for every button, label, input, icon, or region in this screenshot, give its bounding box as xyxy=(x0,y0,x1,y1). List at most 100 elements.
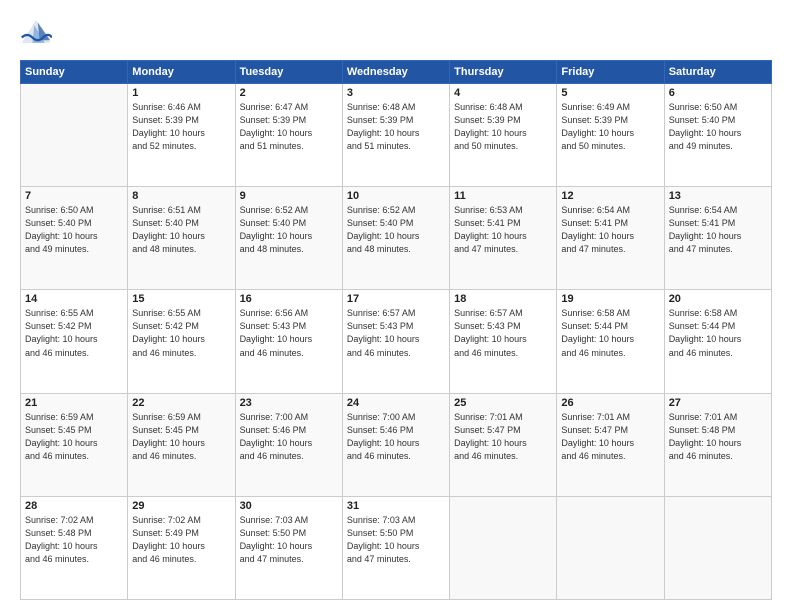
day-number: 10 xyxy=(347,190,445,202)
day-number: 9 xyxy=(240,190,338,202)
calendar-cell: 5 Sunrise: 6:49 AMSunset: 5:39 PMDaylight… xyxy=(557,84,664,187)
calendar-cell: 31 Sunrise: 7:03 AMSunset: 5:50 PMDayligh… xyxy=(342,496,449,599)
calendar-cell: 4Sunrise: 6:48 AMSunset: 5:39 PMDaylight… xyxy=(450,84,557,187)
calendar-cell: 19Sunrise: 6:58 AMSunset: 5:44 PMDayligh… xyxy=(557,290,664,393)
calendar-header-sunday: Sunday xyxy=(21,61,128,84)
calendar-header-friday: Friday xyxy=(557,61,664,84)
day-info: Sunrise: 6:57 AMSunset: 5:43 PMDaylight:… xyxy=(454,307,552,359)
day-info: Sunrise: 6:47 AMSunset: 5:39 PMDaylight:… xyxy=(240,101,338,153)
day-info: Sunrise: 7:01 AMSunset: 5:47 PMDaylight:… xyxy=(561,411,659,463)
calendar-cell: 8 Sunrise: 6:51 AMSunset: 5:40 PMDaylight… xyxy=(128,187,235,290)
day-info: Sunrise: 7:03 AMSunset: 5:50 PMDaylight:… xyxy=(347,514,445,566)
day-info: Sunrise: 6:53 AMSunset: 5:41 PMDaylight:… xyxy=(454,204,552,256)
calendar-cell: 1 Sunrise: 6:46 AMSunset: 5:39 PMDaylight… xyxy=(128,84,235,187)
day-number: 7 xyxy=(25,190,123,202)
day-number: 19 xyxy=(561,293,659,305)
calendar-cell: 3 Sunrise: 6:48 AMSunset: 5:39 PMDaylight… xyxy=(342,84,449,187)
calendar-cell xyxy=(450,496,557,599)
day-info: Sunrise: 6:48 AMSunset: 5:39 PMDaylight:… xyxy=(347,101,445,153)
day-info: Sunrise: 6:59 AMSunset: 5:45 PMDaylight:… xyxy=(25,411,123,463)
calendar-cell: 26 Sunrise: 7:01 AMSunset: 5:47 PMDayligh… xyxy=(557,393,664,496)
calendar-table: SundayMondayTuesdayWednesdayThursdayFrid… xyxy=(20,60,772,600)
calendar-cell: 11 Sunrise: 6:53 AMSunset: 5:41 PMDayligh… xyxy=(450,187,557,290)
day-number: 8 xyxy=(132,190,230,202)
day-info: Sunrise: 6:55 AMSunset: 5:42 PMDaylight:… xyxy=(132,307,230,359)
day-number: 30 xyxy=(240,500,338,512)
calendar-cell xyxy=(557,496,664,599)
calendar-week-5: 28Sunrise: 7:02 AMSunset: 5:48 PMDayligh… xyxy=(21,496,772,599)
day-number: 21 xyxy=(25,397,123,409)
day-info: Sunrise: 6:56 AMSunset: 5:43 PMDaylight:… xyxy=(240,307,338,359)
calendar-cell: 22Sunrise: 6:59 AMSunset: 5:45 PMDayligh… xyxy=(128,393,235,496)
day-info: Sunrise: 7:00 AMSunset: 5:46 PMDaylight:… xyxy=(347,411,445,463)
calendar-cell: 29 Sunrise: 7:02 AMSunset: 5:49 PMDayligh… xyxy=(128,496,235,599)
day-info: Sunrise: 7:01 AMSunset: 5:47 PMDaylight:… xyxy=(454,411,552,463)
day-info: Sunrise: 6:58 AMSunset: 5:44 PMDaylight:… xyxy=(669,307,767,359)
day-number: 2 xyxy=(240,87,338,99)
calendar-header-row: SundayMondayTuesdayWednesdayThursdayFrid… xyxy=(21,61,772,84)
calendar-cell: 25Sunrise: 7:01 AMSunset: 5:47 PMDayligh… xyxy=(450,393,557,496)
day-number: 17 xyxy=(347,293,445,305)
day-number: 13 xyxy=(669,190,767,202)
calendar-cell: 15 Sunrise: 6:55 AMSunset: 5:42 PMDayligh… xyxy=(128,290,235,393)
day-number: 26 xyxy=(561,397,659,409)
calendar-cell: 21 Sunrise: 6:59 AMSunset: 5:45 PMDayligh… xyxy=(21,393,128,496)
day-number: 5 xyxy=(561,87,659,99)
day-number: 3 xyxy=(347,87,445,99)
day-info: Sunrise: 6:51 AMSunset: 5:40 PMDaylight:… xyxy=(132,204,230,256)
day-info: Sunrise: 7:00 AMSunset: 5:46 PMDaylight:… xyxy=(240,411,338,463)
day-number: 15 xyxy=(132,293,230,305)
calendar-cell: 27 Sunrise: 7:01 AMSunset: 5:48 PMDayligh… xyxy=(664,393,771,496)
day-number: 24 xyxy=(347,397,445,409)
day-number: 20 xyxy=(669,293,767,305)
day-info: Sunrise: 6:57 AMSunset: 5:43 PMDaylight:… xyxy=(347,307,445,359)
calendar-cell: 7 Sunrise: 6:50 AMSunset: 5:40 PMDaylight… xyxy=(21,187,128,290)
day-number: 27 xyxy=(669,397,767,409)
calendar-cell xyxy=(664,496,771,599)
day-number: 12 xyxy=(561,190,659,202)
calendar-header-tuesday: Tuesday xyxy=(235,61,342,84)
calendar-cell: 24 Sunrise: 7:00 AMSunset: 5:46 PMDayligh… xyxy=(342,393,449,496)
calendar-cell: 16Sunrise: 6:56 AMSunset: 5:43 PMDayligh… xyxy=(235,290,342,393)
day-info: Sunrise: 6:52 AMSunset: 5:40 PMDaylight:… xyxy=(347,204,445,256)
day-number: 22 xyxy=(132,397,230,409)
day-number: 31 xyxy=(347,500,445,512)
calendar-week-4: 21 Sunrise: 6:59 AMSunset: 5:45 PMDayligh… xyxy=(21,393,772,496)
day-info: Sunrise: 7:01 AMSunset: 5:48 PMDaylight:… xyxy=(669,411,767,463)
day-number: 29 xyxy=(132,500,230,512)
day-info: Sunrise: 7:02 AMSunset: 5:48 PMDaylight:… xyxy=(25,514,123,566)
calendar-cell: 6 Sunrise: 6:50 AMSunset: 5:40 PMDaylight… xyxy=(664,84,771,187)
day-info: Sunrise: 7:02 AMSunset: 5:49 PMDaylight:… xyxy=(132,514,230,566)
day-number: 6 xyxy=(669,87,767,99)
calendar-cell: 13 Sunrise: 6:54 AMSunset: 5:41 PMDayligh… xyxy=(664,187,771,290)
page: SundayMondayTuesdayWednesdayThursdayFrid… xyxy=(0,0,792,612)
calendar-cell: 9Sunrise: 6:52 AMSunset: 5:40 PMDaylight… xyxy=(235,187,342,290)
calendar-cell: 2 Sunrise: 6:47 AMSunset: 5:39 PMDaylight… xyxy=(235,84,342,187)
day-info: Sunrise: 6:50 AMSunset: 5:40 PMDaylight:… xyxy=(669,101,767,153)
calendar-week-1: 1 Sunrise: 6:46 AMSunset: 5:39 PMDaylight… xyxy=(21,84,772,187)
day-info: Sunrise: 6:54 AMSunset: 5:41 PMDaylight:… xyxy=(669,204,767,256)
calendar-cell: 20 Sunrise: 6:58 AMSunset: 5:44 PMDayligh… xyxy=(664,290,771,393)
day-info: Sunrise: 6:50 AMSunset: 5:40 PMDaylight:… xyxy=(25,204,123,256)
day-info: Sunrise: 6:55 AMSunset: 5:42 PMDaylight:… xyxy=(25,307,123,359)
header xyxy=(20,18,772,50)
calendar-cell: 12 Sunrise: 6:54 AMSunset: 5:41 PMDayligh… xyxy=(557,187,664,290)
day-number: 4 xyxy=(454,87,552,99)
calendar-week-3: 14Sunrise: 6:55 AMSunset: 5:42 PMDayligh… xyxy=(21,290,772,393)
calendar-header-monday: Monday xyxy=(128,61,235,84)
calendar-header-saturday: Saturday xyxy=(664,61,771,84)
calendar-cell: 17 Sunrise: 6:57 AMSunset: 5:43 PMDayligh… xyxy=(342,290,449,393)
day-info: Sunrise: 6:49 AMSunset: 5:39 PMDaylight:… xyxy=(561,101,659,153)
day-number: 1 xyxy=(132,87,230,99)
calendar-header-wednesday: Wednesday xyxy=(342,61,449,84)
calendar-week-2: 7 Sunrise: 6:50 AMSunset: 5:40 PMDaylight… xyxy=(21,187,772,290)
logo xyxy=(20,18,56,50)
day-number: 18 xyxy=(454,293,552,305)
day-info: Sunrise: 6:46 AMSunset: 5:39 PMDaylight:… xyxy=(132,101,230,153)
calendar-cell: 23Sunrise: 7:00 AMSunset: 5:46 PMDayligh… xyxy=(235,393,342,496)
calendar-cell: 14Sunrise: 6:55 AMSunset: 5:42 PMDayligh… xyxy=(21,290,128,393)
day-info: Sunrise: 7:03 AMSunset: 5:50 PMDaylight:… xyxy=(240,514,338,566)
day-info: Sunrise: 6:54 AMSunset: 5:41 PMDaylight:… xyxy=(561,204,659,256)
calendar-cell: 28Sunrise: 7:02 AMSunset: 5:48 PMDayligh… xyxy=(21,496,128,599)
day-number: 11 xyxy=(454,190,552,202)
